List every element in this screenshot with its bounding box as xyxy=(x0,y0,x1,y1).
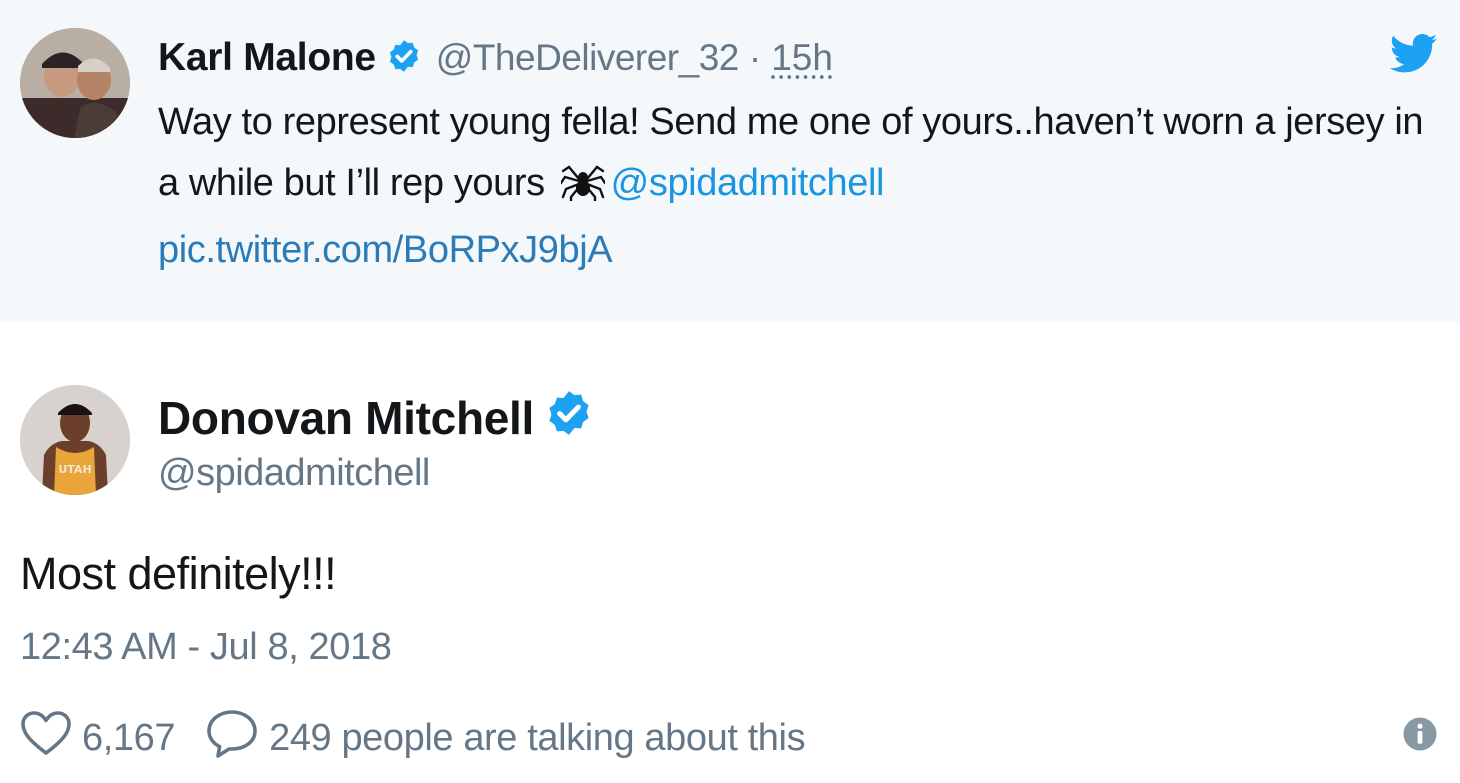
author-name[interactable]: Karl Malone xyxy=(158,36,376,80)
like-count[interactable]: 6,167 xyxy=(82,717,175,760)
tweet-timestamp[interactable]: 15h xyxy=(771,37,833,79)
quoted-tweet[interactable]: Karl Malone @TheDeliverer_32 · 15h Way t… xyxy=(0,0,1460,322)
author-name[interactable]: Donovan Mitchell xyxy=(158,391,534,445)
pic-link[interactable]: pic.twitter.com/BoRPxJ9bjA xyxy=(158,229,613,271)
author-name-row: Donovan Mitchell xyxy=(158,390,594,446)
heart-icon[interactable] xyxy=(20,710,72,766)
twitter-bird-icon[interactable] xyxy=(1389,34,1438,79)
author-handle[interactable]: @spidadmitchell xyxy=(158,452,430,495)
quoted-tweet-text: Way to represent young fella! Send me on… xyxy=(158,92,1443,281)
author-handle[interactable]: @TheDeliverer_32 xyxy=(436,37,740,79)
verified-badge-icon xyxy=(386,38,422,79)
svg-text:UTAH: UTAH xyxy=(58,463,91,476)
talking-count[interactable]: 249 people are talking about this xyxy=(269,717,805,760)
quoted-tweet-header: Karl Malone @TheDeliverer_32 · 15h xyxy=(158,34,833,82)
spider-icon xyxy=(559,159,606,220)
mention-link[interactable]: @spidadmitchell xyxy=(611,162,885,204)
tweet-actions: 6,167 249 people are talking about this xyxy=(20,708,806,768)
tweet-datetime[interactable]: 12:43 AM - Jul 8, 2018 xyxy=(20,626,392,669)
verified-badge-icon xyxy=(544,388,594,449)
karl-malone-avatar[interactable] xyxy=(20,28,130,138)
info-icon[interactable] xyxy=(1402,716,1438,757)
donovan-mitchell-avatar[interactable]: UTAH xyxy=(20,385,130,495)
tweet-text: Most definitely!!! xyxy=(20,548,337,599)
speech-bubble-icon[interactable] xyxy=(205,708,259,768)
separator-dot: · xyxy=(748,37,762,78)
